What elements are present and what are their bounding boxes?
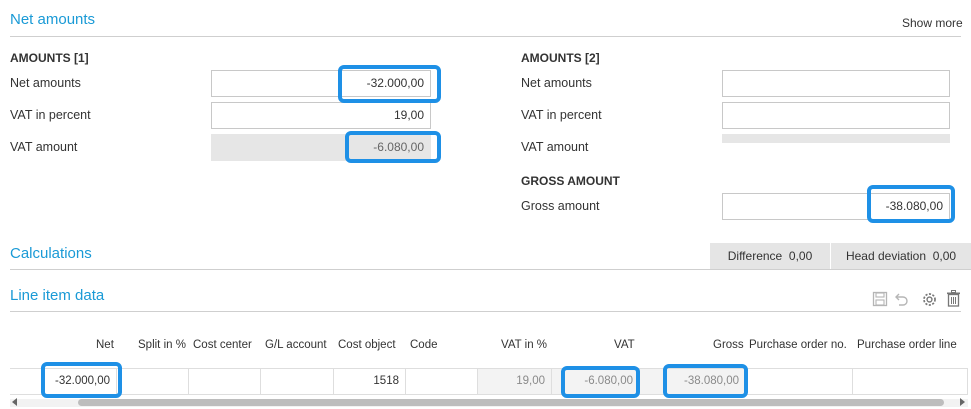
cell-cost-center[interactable] [189,369,261,394]
highlight-vat-amount-1 [345,131,441,163]
highlight-gross-amount [867,185,955,223]
col-header-gross[interactable]: Gross [713,339,744,351]
highlight-net-amounts-1 [338,65,441,103]
line-item-divider [10,311,961,312]
undo-icon[interactable] [893,291,909,311]
vat-percent-1-input[interactable]: 19,00 [211,102,431,129]
cell-gl-account[interactable] [261,369,334,394]
highlight-row-gross [663,364,748,398]
col-header-code[interactable]: Code [410,339,438,351]
gross-amount-label: Gross amount [521,199,600,213]
cell-cost-object[interactable]: 1518 [334,369,406,394]
col-header-cost-center[interactable]: Cost center [193,339,252,351]
head-deviation-value: 0,00 [932,249,957,263]
col-header-split[interactable]: Split in % [138,339,186,351]
horizontal-scrollbar-thumb[interactable] [78,399,944,406]
col-header-net[interactable]: Net [96,339,114,351]
col-header-po-line[interactable]: Purchase order line [857,339,957,351]
col-header-po-no[interactable]: Purchase order no. [749,339,847,351]
calculations-divider [10,269,971,270]
vat-percent-1-label: VAT in percent [10,108,91,122]
row-bottom-border [10,394,968,395]
cell-po-line[interactable] [853,369,968,394]
col-header-vat[interactable]: VAT [614,339,635,351]
show-more-link[interactable]: Show more [902,16,963,30]
col-header-cost-object[interactable]: Cost object [338,339,396,351]
head-deviation-badge: Head deviation 0,00 [831,243,971,269]
calculations-title: Calculations [10,245,92,262]
difference-label: Difference [727,249,783,263]
cell-code[interactable] [406,369,478,394]
settings-gear-icon[interactable] [921,291,938,312]
col-header-vat-pct[interactable]: VAT in % [501,339,547,351]
line-item-title: Line item data [10,287,105,304]
cell-split[interactable] [117,369,189,394]
vat-amount-2-field [722,134,950,143]
difference-value: 0,00 [788,249,813,263]
vat-percent-2-label: VAT in percent [521,108,602,122]
amounts-1-heading: AMOUNTS [1] [10,51,89,65]
vat-amount-1-label: VAT amount [10,140,78,154]
scroll-right-arrow-icon[interactable] [960,398,965,406]
head-deviation-label: Head deviation [845,249,927,263]
trash-icon[interactable] [946,290,961,311]
cell-vat-pct: 19,00 [478,369,552,394]
difference-badge: Difference 0,00 [710,243,830,269]
highlight-row-net [41,362,122,398]
amounts-2-heading: AMOUNTS [2] [521,51,600,65]
save-icon[interactable] [872,291,888,311]
col-header-gl-account[interactable]: G/L account [265,339,327,351]
net-amounts-2-input[interactable] [722,70,950,97]
net-amounts-divider [10,36,961,37]
highlight-row-vat [561,366,640,398]
net-amounts-title: Net amounts [10,11,96,28]
scroll-left-arrow-icon[interactable] [12,398,17,406]
net-amounts-2-label: Net amounts [521,76,592,90]
net-amounts-1-label: Net amounts [10,76,81,90]
cell-po-no[interactable] [746,369,853,394]
vat-amount-2-label: VAT amount [521,140,589,154]
vat-percent-2-input[interactable] [722,102,950,129]
gross-amount-heading: GROSS AMOUNT [521,174,620,188]
